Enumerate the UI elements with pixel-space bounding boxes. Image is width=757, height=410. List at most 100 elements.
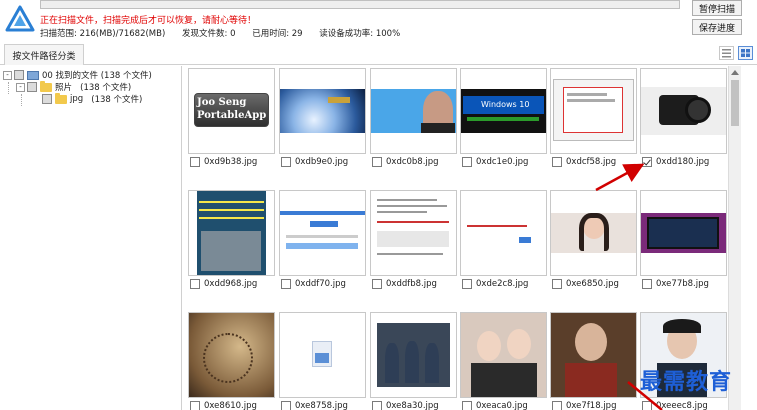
read-success-rate: 读设备成功率: 100%: [319, 29, 401, 39]
file-thumbnail-card[interactable]: 0xe77b8.jpg: [640, 188, 727, 298]
file-name: 0xdc0b8.jpg: [386, 157, 439, 167]
collapse-toggle[interactable]: -: [3, 70, 12, 80]
tree-node-photos[interactable]: - 照片 (138 个文件): [16, 80, 131, 93]
file-thumbnail-card[interactable]: 0xeaca0.jpg: [460, 310, 547, 410]
file-thumbnail-card[interactable]: 0xdcf58.jpg: [550, 66, 637, 176]
file-caption: 0xdb9e0.jpg: [281, 157, 348, 167]
file-thumbnail-card[interactable]: 0xe8758.jpg: [279, 310, 366, 410]
file-select-checkbox[interactable]: [190, 279, 200, 289]
thumbnail-image[interactable]: [460, 190, 547, 276]
file-name: 0xe6850.jpg: [566, 279, 619, 289]
file-thumbnail-card[interactable]: Joo Seng PortableApp 0xd9b38.jpg: [188, 66, 275, 176]
file-caption: 0xdc0b8.jpg: [372, 157, 439, 167]
file-name: 0xdc1e0.jpg: [476, 157, 529, 167]
file-thumbnail-card[interactable]: 0xe8610.jpg: [188, 310, 275, 410]
file-select-checkbox[interactable]: [552, 279, 562, 289]
file-select-checkbox[interactable]: [372, 157, 382, 167]
file-thumbnail-grid: Joo Seng PortableApp 0xd9b38.jpg 0xdb9e0.j…: [188, 66, 728, 410]
thumbnail-image[interactable]: [188, 312, 275, 398]
file-caption: 0xe7f18.jpg: [552, 401, 616, 410]
collapse-toggle[interactable]: -: [16, 82, 25, 92]
thumbnail-image[interactable]: Joo Seng PortableApp: [188, 68, 275, 154]
scan-range: 扫描范围: 216(MB)/71682(MB): [40, 29, 166, 39]
scroll-up-icon[interactable]: [731, 70, 739, 75]
thumb-overlay-text: Windows 10: [481, 100, 530, 109]
thumbnail-image[interactable]: [640, 68, 727, 154]
save-progress-button[interactable]: 保存进度: [692, 19, 742, 35]
thumbnail-image[interactable]: [279, 312, 366, 398]
file-select-checkbox[interactable]: [190, 401, 200, 410]
list-lines-icon: [722, 49, 731, 58]
tree-node-root[interactable]: - 00 找到的文件 (138 个文件): [3, 69, 152, 81]
thumbnail-image[interactable]: [460, 312, 547, 398]
file-name: 0xddfb8.jpg: [386, 279, 437, 289]
app-logo-icon: [5, 5, 35, 32]
file-caption: 0xe6850.jpg: [552, 279, 619, 289]
file-select-checkbox[interactable]: [462, 279, 472, 289]
tree-checkbox[interactable]: [14, 70, 24, 80]
file-thumbnail-card[interactable]: 0xe6850.jpg: [550, 188, 637, 298]
file-select-checkbox[interactable]: [552, 157, 562, 167]
file-caption: 0xdc1e0.jpg: [462, 157, 528, 167]
list-view-icon[interactable]: [719, 46, 734, 60]
app-window: 正在扫描文件，扫描完成后才可以恢复，请耐心等待！ 扫描范围: 216(MB)/7…: [0, 0, 757, 410]
tree-checkbox[interactable]: [42, 94, 52, 104]
scroll-thumb[interactable]: [731, 80, 739, 126]
file-caption: 0xd9b38.jpg: [190, 157, 257, 167]
file-thumbnail-card[interactable]: 0xdd180.jpg: [640, 66, 727, 176]
file-name: 0xddf70.jpg: [295, 279, 346, 289]
file-select-checkbox[interactable]: [462, 157, 472, 167]
file-thumbnail-card[interactable]: 0xe8a30.jpg: [370, 310, 457, 410]
file-select-checkbox[interactable]: [372, 401, 382, 410]
thumbnail-image[interactable]: [370, 312, 457, 398]
thumbnail-image[interactable]: [279, 68, 366, 154]
file-thumbnail-card[interactable]: 0xdb9e0.jpg: [279, 66, 366, 176]
scan-status-message: 正在扫描文件，扫描完成后才可以恢复，请耐心等待！: [40, 16, 257, 26]
file-thumbnail-card[interactable]: 0xdd968.jpg: [188, 188, 275, 298]
thumbnail-image[interactable]: [550, 190, 637, 276]
file-select-checkbox[interactable]: [642, 401, 652, 410]
thumbnail-image[interactable]: [640, 190, 727, 276]
thumbnail-image[interactable]: [550, 312, 637, 398]
grid-view-icon[interactable]: [738, 46, 753, 60]
vertical-scrollbar[interactable]: [728, 66, 741, 410]
tab-bar: 按文件路径分类: [0, 42, 757, 65]
file-select-checkbox[interactable]: [552, 401, 562, 410]
file-caption: 0xe8610.jpg: [190, 401, 257, 410]
file-select-checkbox[interactable]: [281, 279, 291, 289]
thumbnail-image[interactable]: [370, 68, 457, 154]
file-thumbnail-card[interactable]: 0xde2c8.jpg: [460, 188, 547, 298]
file-select-checkbox[interactable]: [281, 157, 291, 167]
file-thumbnail-card[interactable]: Windows 10 0xdc1e0.jpg: [460, 66, 547, 176]
thumbnail-image[interactable]: [279, 190, 366, 276]
tab-by-path[interactable]: 按文件路径分类: [4, 44, 84, 65]
file-caption: 0xdd180.jpg: [642, 157, 709, 167]
file-select-checkbox[interactable]: [372, 279, 382, 289]
tree-node-count: (138 个文件): [100, 71, 152, 81]
file-name: 0xde2c8.jpg: [476, 279, 529, 289]
file-thumbnail-card[interactable]: 0xdc0b8.jpg: [370, 66, 457, 176]
file-name: 0xe77b8.jpg: [656, 279, 709, 289]
thumbnail-image[interactable]: [550, 68, 637, 154]
file-thumbnail-card[interactable]: 0xddf70.jpg: [279, 188, 366, 298]
tree-node-jpg[interactable]: jpg (138 个文件): [42, 92, 142, 105]
file-select-checkbox[interactable]: [642, 157, 652, 167]
file-thumbnail-card[interactable]: 0xddfb8.jpg: [370, 188, 457, 298]
pause-scan-button[interactable]: 暂停扫描: [692, 0, 742, 16]
thumbnail-image[interactable]: [370, 190, 457, 276]
thumbnail-image[interactable]: Windows 10: [460, 68, 547, 154]
file-name: 0xe8610.jpg: [204, 401, 257, 410]
elapsed-time: 已用时间: 29: [252, 29, 303, 39]
folder-tree: - 00 找到的文件 (138 个文件) - 照片 (138 个文件) jpg …: [0, 66, 182, 410]
thumbnail-image[interactable]: [188, 190, 275, 276]
tree-checkbox[interactable]: [27, 82, 37, 92]
file-select-checkbox[interactable]: [190, 157, 200, 167]
file-thumbnail-card[interactable]: 0xe7f18.jpg: [550, 310, 637, 410]
file-select-checkbox[interactable]: [281, 401, 291, 410]
grid-squares-icon: [741, 49, 750, 57]
file-name: 0xe7f18.jpg: [566, 401, 617, 410]
file-caption: 0xddf70.jpg: [281, 279, 346, 289]
file-caption: 0xdd968.jpg: [190, 279, 257, 289]
file-select-checkbox[interactable]: [462, 401, 472, 410]
file-select-checkbox[interactable]: [642, 279, 652, 289]
